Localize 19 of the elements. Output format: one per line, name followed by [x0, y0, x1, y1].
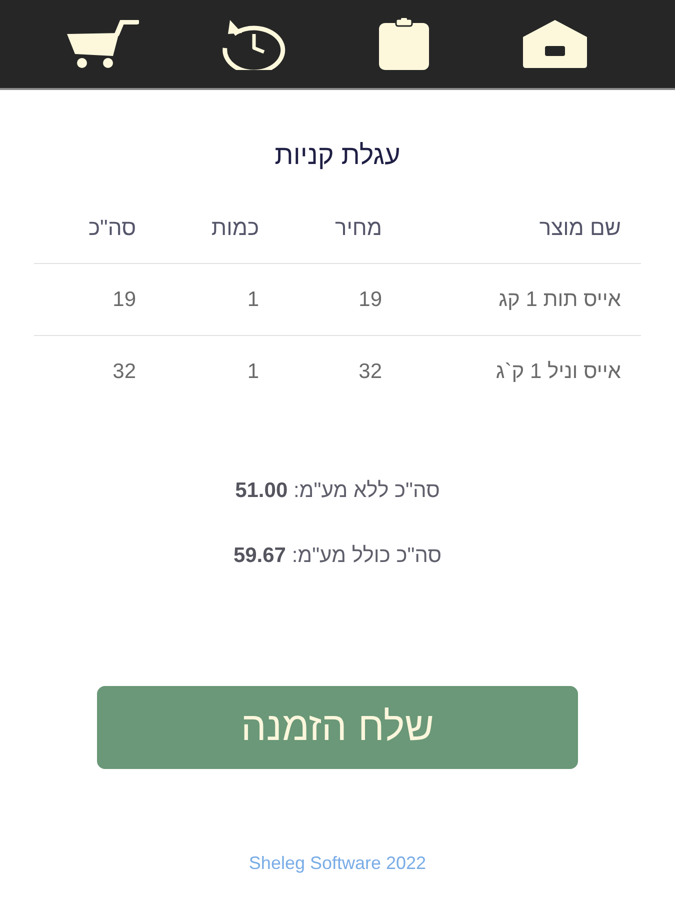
- home-icon[interactable]: [522, 20, 587, 68]
- table-cell: אייס וניל 1 ק`ג: [496, 360, 621, 384]
- history-icon[interactable]: [220, 18, 288, 70]
- clipboard-icon[interactable]: [379, 18, 430, 70]
- cart-icon[interactable]: [67, 20, 140, 68]
- column-header: סה"כ: [88, 214, 136, 240]
- table-cell: אייס תות 1 קג: [498, 288, 621, 312]
- column-header: מחיר: [334, 214, 382, 240]
- table-cell: 32: [112, 360, 136, 384]
- page-title: עגלת קניות: [274, 139, 400, 172]
- table-cell: 19: [112, 288, 136, 312]
- footer-link[interactable]: Sheleg Software 2022: [248, 852, 426, 874]
- table-cell: 1: [247, 288, 259, 312]
- table-cell: 19: [358, 288, 382, 312]
- send-order-button[interactable]: שלח הזמנה: [97, 686, 578, 769]
- column-header: שם מוצר: [539, 214, 621, 240]
- table-cell: 32: [358, 360, 382, 384]
- table-cell: 1: [247, 360, 259, 384]
- column-header: כמות: [211, 214, 259, 240]
